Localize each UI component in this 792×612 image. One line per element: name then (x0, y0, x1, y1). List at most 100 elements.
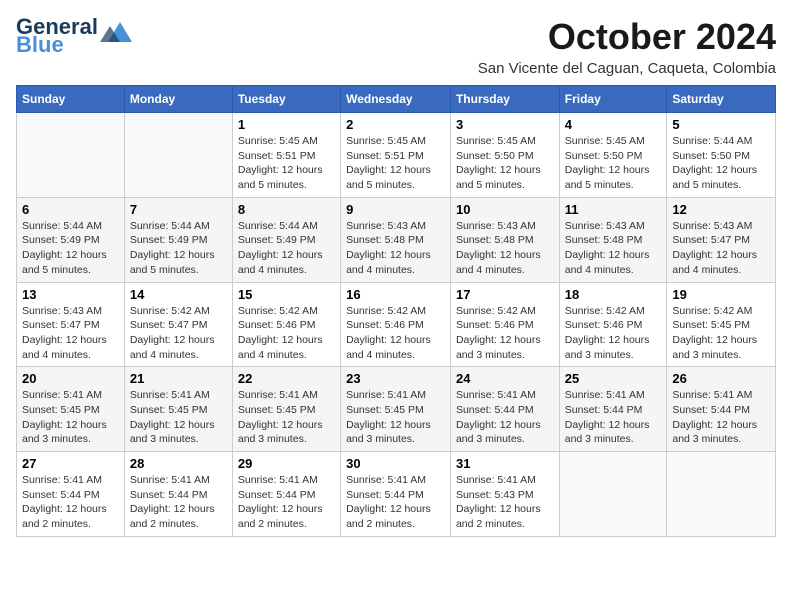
day-cell: 23 Sunrise: 5:41 AM Sunset: 5:45 PM Dayli… (341, 367, 451, 452)
day-number: 19 (672, 287, 770, 302)
logo: General Blue (16, 16, 132, 56)
day-info: Sunrise: 5:42 AM Sunset: 5:46 PM Dayligh… (456, 304, 554, 363)
calendar-table: SundayMondayTuesdayWednesdayThursdayFrid… (16, 85, 776, 537)
day-info: Sunrise: 5:43 AM Sunset: 5:48 PM Dayligh… (565, 219, 662, 278)
day-cell: 10Sunrise: 5:43 AM Sunset: 5:48 PM Dayli… (450, 197, 559, 282)
day-cell: 29 Sunrise: 5:41 AM Sunset: 5:44 PM Dayli… (232, 452, 340, 537)
day-info: Sunrise: 5:41 AM Sunset: 5:44 PM Dayligh… (456, 388, 554, 447)
weekday-header-sunday: Sunday (17, 86, 125, 113)
day-cell: 22 Sunrise: 5:41 AM Sunset: 5:45 PM Dayli… (232, 367, 340, 452)
day-number: 20 (22, 371, 119, 386)
day-cell: 26Sunrise: 5:41 AM Sunset: 5:44 PM Dayli… (667, 367, 776, 452)
day-number: 25 (565, 371, 662, 386)
day-info: Sunrise: 5:42 AM Sunset: 5:46 PM Dayligh… (238, 304, 335, 363)
day-number: 31 (456, 456, 554, 471)
day-info: Sunrise: 5:41 AM Sunset: 5:45 PM Dayligh… (22, 388, 119, 447)
day-info: Sunrise: 5:41 AM Sunset: 5:44 PM Dayligh… (130, 473, 227, 532)
day-info: Sunrise: 5:41 AM Sunset: 5:45 PM Dayligh… (130, 388, 227, 447)
day-cell: 1Sunrise: 5:45 AM Sunset: 5:51 PM Daylig… (232, 113, 340, 198)
weekday-header-friday: Friday (559, 86, 667, 113)
day-info: Sunrise: 5:41 AM Sunset: 5:44 PM Dayligh… (346, 473, 445, 532)
week-row-4: 20 Sunrise: 5:41 AM Sunset: 5:45 PM Dayli… (17, 367, 776, 452)
day-cell (667, 452, 776, 537)
day-cell: 7 Sunrise: 5:44 AM Sunset: 5:49 PM Daylig… (124, 197, 232, 282)
day-number: 18 (565, 287, 662, 302)
day-info: Sunrise: 5:41 AM Sunset: 5:44 PM Dayligh… (238, 473, 335, 532)
day-cell: 27 Sunrise: 5:41 AM Sunset: 5:44 PM Dayli… (17, 452, 125, 537)
day-cell (559, 452, 667, 537)
day-info: Sunrise: 5:42 AM Sunset: 5:45 PM Dayligh… (672, 304, 770, 363)
day-info: Sunrise: 5:44 AM Sunset: 5:49 PM Dayligh… (130, 219, 227, 278)
day-info: Sunrise: 5:41 AM Sunset: 5:45 PM Dayligh… (238, 388, 335, 447)
day-cell: 2Sunrise: 5:45 AM Sunset: 5:51 PM Daylig… (341, 113, 451, 198)
day-cell: 18 Sunrise: 5:42 AM Sunset: 5:46 PM Dayli… (559, 282, 667, 367)
day-cell: 5 Sunrise: 5:44 AM Sunset: 5:50 PM Daylig… (667, 113, 776, 198)
day-number: 11 (565, 202, 662, 217)
day-cell: 12 Sunrise: 5:43 AM Sunset: 5:47 PM Dayli… (667, 197, 776, 282)
day-number: 24 (456, 371, 554, 386)
day-info: Sunrise: 5:43 AM Sunset: 5:48 PM Dayligh… (456, 219, 554, 278)
day-number: 4 (565, 117, 662, 132)
day-cell: 6Sunrise: 5:44 AM Sunset: 5:49 PM Daylig… (17, 197, 125, 282)
week-row-3: 13 Sunrise: 5:43 AM Sunset: 5:47 PM Dayli… (17, 282, 776, 367)
day-cell: 20 Sunrise: 5:41 AM Sunset: 5:45 PM Dayli… (17, 367, 125, 452)
day-cell: 15 Sunrise: 5:42 AM Sunset: 5:46 PM Dayli… (232, 282, 340, 367)
day-info: Sunrise: 5:41 AM Sunset: 5:43 PM Dayligh… (456, 473, 554, 532)
day-info: Sunrise: 5:42 AM Sunset: 5:47 PM Dayligh… (130, 304, 227, 363)
day-number: 13 (22, 287, 119, 302)
day-cell: 24 Sunrise: 5:41 AM Sunset: 5:44 PM Dayli… (450, 367, 559, 452)
day-info: Sunrise: 5:45 AM Sunset: 5:50 PM Dayligh… (565, 134, 662, 193)
day-info: Sunrise: 5:41 AM Sunset: 5:44 PM Dayligh… (22, 473, 119, 532)
day-cell: 17 Sunrise: 5:42 AM Sunset: 5:46 PM Dayli… (450, 282, 559, 367)
day-info: Sunrise: 5:43 AM Sunset: 5:48 PM Dayligh… (346, 219, 445, 278)
day-number: 27 (22, 456, 119, 471)
day-cell: 11 Sunrise: 5:43 AM Sunset: 5:48 PM Dayli… (559, 197, 667, 282)
day-cell: 28 Sunrise: 5:41 AM Sunset: 5:44 PM Dayli… (124, 452, 232, 537)
day-info: Sunrise: 5:42 AM Sunset: 5:46 PM Dayligh… (346, 304, 445, 363)
day-number: 21 (130, 371, 227, 386)
day-number: 15 (238, 287, 335, 302)
day-number: 23 (346, 371, 445, 386)
day-number: 29 (238, 456, 335, 471)
day-cell: 25Sunrise: 5:41 AM Sunset: 5:44 PM Dayli… (559, 367, 667, 452)
weekday-header-thursday: Thursday (450, 86, 559, 113)
day-info: Sunrise: 5:43 AM Sunset: 5:47 PM Dayligh… (672, 219, 770, 278)
title-area: October 2024 San Vicente del Caguan, Caq… (478, 16, 776, 77)
weekday-header-monday: Monday (124, 86, 232, 113)
day-number: 5 (672, 117, 770, 132)
day-info: Sunrise: 5:43 AM Sunset: 5:47 PM Dayligh… (22, 304, 119, 363)
day-cell: 16 Sunrise: 5:42 AM Sunset: 5:46 PM Dayli… (341, 282, 451, 367)
page-header: General Blue October 2024 San Vicente de… (16, 16, 776, 77)
weekday-header-wednesday: Wednesday (341, 86, 451, 113)
day-cell: 31 Sunrise: 5:41 AM Sunset: 5:43 PM Dayli… (450, 452, 559, 537)
day-info: Sunrise: 5:45 AM Sunset: 5:51 PM Dayligh… (238, 134, 335, 193)
day-info: Sunrise: 5:44 AM Sunset: 5:49 PM Dayligh… (238, 219, 335, 278)
day-number: 12 (672, 202, 770, 217)
day-info: Sunrise: 5:41 AM Sunset: 5:45 PM Dayligh… (346, 388, 445, 447)
day-info: Sunrise: 5:44 AM Sunset: 5:49 PM Dayligh… (22, 219, 119, 278)
weekday-header-saturday: Saturday (667, 86, 776, 113)
day-number: 7 (130, 202, 227, 217)
week-row-2: 6Sunrise: 5:44 AM Sunset: 5:49 PM Daylig… (17, 197, 776, 282)
day-number: 17 (456, 287, 554, 302)
day-info: Sunrise: 5:45 AM Sunset: 5:51 PM Dayligh… (346, 134, 445, 193)
weekday-header-tuesday: Tuesday (232, 86, 340, 113)
day-cell (124, 113, 232, 198)
week-row-1: 1Sunrise: 5:45 AM Sunset: 5:51 PM Daylig… (17, 113, 776, 198)
day-cell (17, 113, 125, 198)
day-cell: 14Sunrise: 5:42 AM Sunset: 5:47 PM Dayli… (124, 282, 232, 367)
logo-text-line2: Blue (16, 34, 98, 56)
day-cell: 19 Sunrise: 5:42 AM Sunset: 5:45 PM Dayli… (667, 282, 776, 367)
day-number: 16 (346, 287, 445, 302)
day-cell: 9Sunrise: 5:43 AM Sunset: 5:48 PM Daylig… (341, 197, 451, 282)
weekday-header-row: SundayMondayTuesdayWednesdayThursdayFrid… (17, 86, 776, 113)
day-number: 22 (238, 371, 335, 386)
day-number: 28 (130, 456, 227, 471)
day-info: Sunrise: 5:44 AM Sunset: 5:50 PM Dayligh… (672, 134, 770, 193)
day-info: Sunrise: 5:45 AM Sunset: 5:50 PM Dayligh… (456, 134, 554, 193)
day-info: Sunrise: 5:42 AM Sunset: 5:46 PM Dayligh… (565, 304, 662, 363)
day-number: 8 (238, 202, 335, 217)
day-number: 3 (456, 117, 554, 132)
location-subtitle: San Vicente del Caguan, Caqueta, Colombi… (478, 60, 776, 77)
day-cell: 3 Sunrise: 5:45 AM Sunset: 5:50 PM Daylig… (450, 113, 559, 198)
